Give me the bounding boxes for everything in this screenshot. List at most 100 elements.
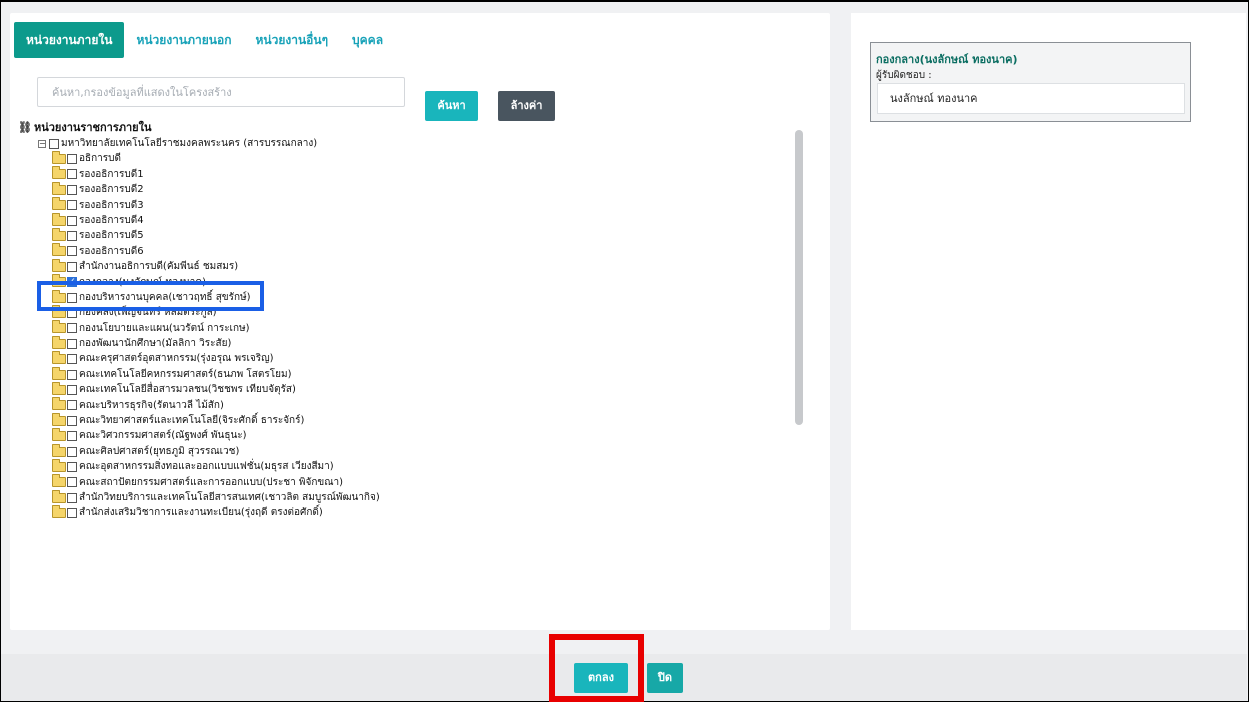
tree-unit-item[interactable]: คณะบริหารธุรกิจ(รัตนาวลี ไม้สัก) [18,397,380,413]
unit-label: คณะครุศาสตร์อุตสาหกรรม(รุ่งอรุณ พรเจริญ) [79,353,274,365]
unit-label: คณะสถาปัตยกรรมศาสตร์และการออกแบบ(ประชา พ… [79,476,344,488]
unit-checkbox[interactable] [67,354,77,365]
selected-unit-title: กองกลาง(นงลักษณ์ ทองนาค) [876,53,1018,66]
folder-icon [52,505,66,519]
folder-icon [52,412,66,426]
unit-checkbox[interactable] [67,431,77,442]
unit-label: คณะเทคโนโลยีคหกรรมศาสตร์(ธนภพ โสตรโยม) [79,368,292,380]
unit-checkbox[interactable] [67,446,77,457]
unit-label: อธิการบดี [79,153,121,165]
tree-unit-item[interactable]: สำนักวิทยบริการและเทคโนโลยีสารสนเทศ(เชาว… [18,489,380,505]
unit-checkbox[interactable] [67,200,77,211]
tab-external-units[interactable]: หน่วยงานภายนอก [124,22,243,58]
org-tree: ⛓ หน่วยงานราชการภายใน − มหาวิทยาลัยเทคโน… [18,120,380,521]
unit-label: สำนักวิทยบริการและเทคโนโลยีสารสนเทศ(เชาว… [79,491,380,503]
unit-checkbox[interactable] [67,231,77,242]
tree-unit-item[interactable]: คณะสถาปัตยกรรมศาสตร์และการออกแบบ(ประชา พ… [18,474,380,490]
folder-icon [52,443,66,457]
tree-unit-item[interactable]: สำนักงานอธิการบดี(คัมพีนธ์ ชมสมร) [18,258,380,274]
folder-icon [52,197,66,211]
unit-label: คณะวิทยาศาสตร์และเทคโนโลยี(จิระศักดิ์ ธา… [79,415,305,427]
tree-unit-item[interactable]: คณะอุตสาหกรรมสิ่งทอและออกแบบแฟชั่น(มธุรส… [18,458,380,474]
folder-icon [52,351,66,365]
tab-bar: หน่วยงานภายใน หน่วยงานภายนอก หน่วยงานอื่… [14,22,395,58]
selected-unit-card: กองกลาง(นงลักษณ์ ทองนาค) ผู้รับผิดชอบ : … [870,42,1191,122]
unit-label: รองอธิการบดี3 [79,199,144,211]
tree-unit-item[interactable]: คณะวิทยาศาสตร์และเทคโนโลยี(จิระศักดิ์ ธา… [18,412,380,428]
folder-icon [52,335,66,349]
folder-icon [52,151,66,165]
tree-unit-item[interactable]: รองอธิการบดี3 [18,197,380,213]
unit-checkbox[interactable] [67,323,77,334]
folder-icon [52,166,66,180]
unit-label: สำนักส่งเสริมวิชาการและงานทะเบียน(รุ่งฤด… [79,507,323,519]
unit-checkbox[interactable] [67,400,77,411]
tree-unit-item[interactable]: รองอธิการบดี6 [18,243,380,259]
unit-checkbox[interactable] [67,477,77,488]
unit-checkbox[interactable] [67,461,77,472]
unit-checkbox[interactable] [67,215,77,226]
folder-icon [52,228,66,242]
tree-unit-item[interactable]: รองอธิการบดี4 [18,212,380,228]
unit-checkbox[interactable] [67,184,77,195]
tree-root-label: หน่วยงานราชการภายใน [33,121,152,135]
folder-icon [52,489,66,503]
unit-label: รองอธิการบดี2 [79,184,144,196]
highlight-selected-unit [37,281,264,311]
highlight-ok-button [549,634,644,702]
folder-icon [52,428,66,442]
tree-unit-item[interactable]: คณะเทคโนโลยีสื่อสารมวลชน(วิชชพร เทียบจัต… [18,381,380,397]
tree-unit-item[interactable]: คณะศิลปศาสตร์(ยุทธภูมิ สุวรรณเวช) [18,443,380,459]
org-checkbox[interactable] [49,138,59,149]
tab-internal-units[interactable]: หน่วยงานภายใน [14,22,125,58]
unit-checkbox[interactable] [67,415,77,426]
unit-label: รองอธิการบดี1 [79,168,144,180]
unit-checkbox[interactable] [67,384,77,395]
tree-scrollbar[interactable] [795,130,803,425]
tree-unit-item[interactable]: รองอธิการบดี1 [18,166,380,182]
unit-label: คณะเทคโนโลยีสื่อสารมวลชน(วิชชพร เทียบจัต… [79,384,296,396]
unit-checkbox[interactable] [67,154,77,165]
tree-root[interactable]: ⛓ หน่วยงานราชการภายใน [18,120,380,136]
close-button[interactable]: ปิด [647,663,683,693]
unit-label: คณะบริหารธุรกิจ(รัตนาวลี ไม้สัก) [79,399,224,411]
unit-checkbox[interactable] [67,246,77,257]
search-input[interactable] [37,77,405,107]
tree-unit-item[interactable]: กองนโยบายและแผน(นวรัตน์ การะเกษ) [18,320,380,336]
responsible-field[interactable]: นงลักษณ์ ทองนาค [877,83,1185,114]
tree-unit-item[interactable]: รองอธิการบดี5 [18,228,380,243]
tree-unit-item[interactable]: อธิการบดี [18,151,380,166]
unit-label: คณะวิศวกรรมศาสตร์(ณัฐพงศ์ พันธุนะ) [79,430,247,442]
unit-checkbox[interactable] [67,369,77,380]
folder-icon [52,381,66,395]
folder-icon [52,366,66,380]
folder-icon [52,458,66,472]
unit-checkbox[interactable] [67,338,77,349]
unit-label: กองพัฒนานักศึกษา(มัลลิกา วิระสัย) [79,338,232,350]
tree-unit-item[interactable]: คณะวิศวกรรมศาสตร์(ณัฐพงศ์ พันธุนะ) [18,428,380,443]
clear-button[interactable]: ล้างค่า [498,91,555,121]
folder-icon [52,258,66,272]
search-button[interactable]: ค้นหา [425,91,478,121]
tree-unit-item[interactable]: รองอธิการบดี2 [18,181,380,197]
tree-unit-item[interactable]: กองพัฒนานักศึกษา(มัลลิกา วิระสัย) [18,335,380,351]
unit-checkbox[interactable] [67,169,77,180]
unit-label: คณะศิลปศาสตร์(ยุทธภูมิ สุวรรณเวช) [79,445,240,457]
unit-checkbox[interactable] [67,508,77,519]
tab-other-units[interactable]: หน่วยงานอื่นๆ [243,22,340,58]
unit-label: รองอธิการบดี6 [79,245,144,257]
unit-checkbox[interactable] [67,261,77,272]
unit-label: รองอธิการบดี4 [79,214,144,226]
unit-label: คณะอุตสาหกรรมสิ่งทอและออกแบบแฟชั่น(มธุรส… [79,461,334,473]
unit-checkbox[interactable] [67,492,77,503]
collapse-icon[interactable]: − [38,139,46,148]
tree-unit-item[interactable]: สำนักส่งเสริมวิชาการและงานทะเบียน(รุ่งฤด… [18,505,380,520]
responsible-label: ผู้รับผิดชอบ : [876,70,932,81]
folder-icon [52,212,66,226]
tree-org-node[interactable]: − มหาวิทยาลัยเทคโนโลยีราชมงคลพระนคร (สาร… [18,136,380,151]
tree-structure-icon: ⛓ [18,121,32,135]
tree-unit-item[interactable]: คณะครุศาสตร์อุตสาหกรรม(รุ่งอรุณ พรเจริญ) [18,351,380,366]
tab-persons[interactable]: บุคคล [340,22,395,58]
tree-unit-item[interactable]: คณะเทคโนโลยีคหกรรมศาสตร์(ธนภพ โสตรโยม) [18,366,380,382]
unit-label: สำนักงานอธิการบดี(คัมพีนธ์ ชมสมร) [79,261,239,273]
